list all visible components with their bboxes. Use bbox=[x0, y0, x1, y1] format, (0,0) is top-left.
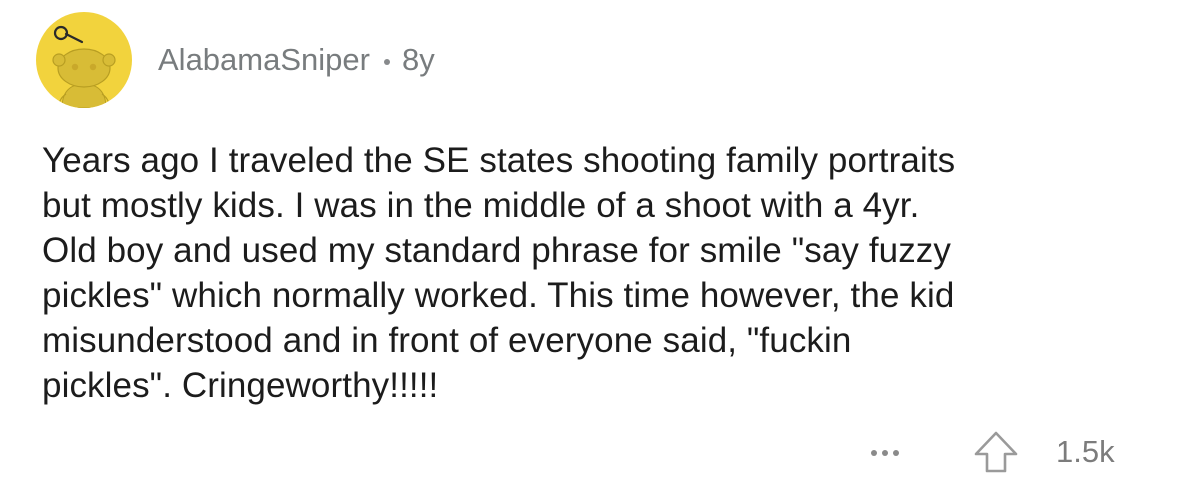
more-options-icon bbox=[893, 450, 899, 456]
comment-body-line: Years ago I traveled the SE states shoot… bbox=[42, 141, 956, 180]
comment-body-line: Old boy and used my standard phrase for … bbox=[42, 231, 952, 270]
upvote-button[interactable] bbox=[972, 430, 1020, 474]
comment-body-line: pickles". Cringeworthy!!!!! bbox=[42, 366, 439, 405]
avatar[interactable] bbox=[36, 12, 132, 108]
more-options-button[interactable] bbox=[860, 438, 910, 468]
comment-body-line: but mostly kids. I was in the middle of … bbox=[42, 186, 920, 225]
more-options-icon bbox=[882, 450, 888, 456]
author-username[interactable]: AlabamaSniper bbox=[158, 42, 370, 78]
upvote-arrow-icon bbox=[974, 431, 1018, 473]
comment-header: AlabamaSniper 8y bbox=[36, 12, 435, 108]
comment-meta: AlabamaSniper 8y bbox=[158, 42, 435, 78]
comment-body-line: pickles" which normally worked. This tim… bbox=[42, 276, 955, 315]
vote-score: 1.5k bbox=[1056, 434, 1115, 469]
comment-actions: 1.5k bbox=[860, 430, 1150, 474]
comment-body-line: misunderstood and in front of everyone s… bbox=[42, 321, 852, 360]
separator-dot bbox=[383, 59, 390, 65]
snoo-avatar-icon bbox=[52, 25, 116, 108]
comment-body: Years ago I traveled the SE states shoot… bbox=[42, 138, 1142, 408]
comment: AlabamaSniper 8y Years ago I traveled th… bbox=[0, 0, 1179, 483]
more-options-icon bbox=[871, 450, 877, 456]
comment-age: 8y bbox=[401, 42, 435, 77]
